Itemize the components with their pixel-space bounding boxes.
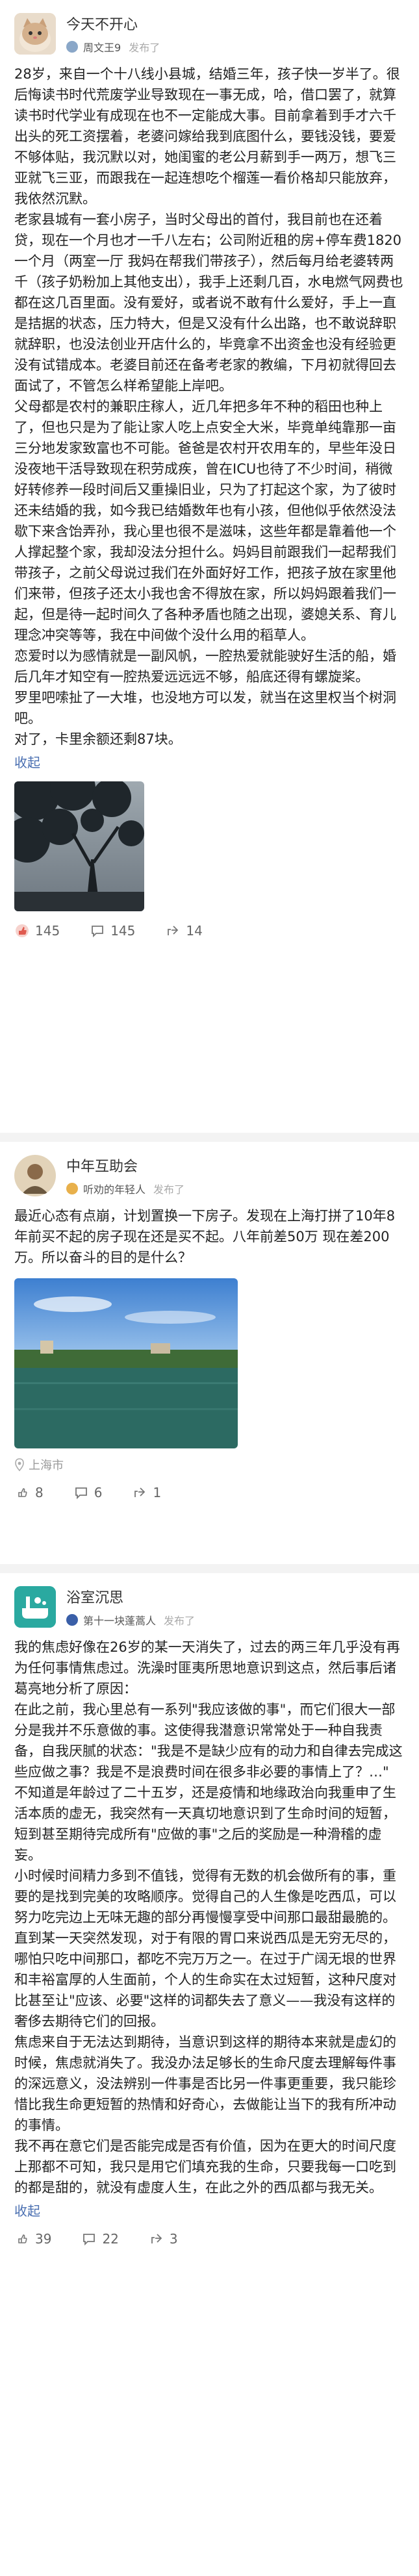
post-actions: 39 22 3: [14, 2231, 405, 2247]
post-card: 浴室沉思 第十一块蓬蒿人 发布了 我的焦虑好像在26岁的某一天消失了，过去的两三…: [0, 1573, 419, 2576]
share-icon: [134, 1487, 146, 1497]
like-button[interactable]: 8: [14, 1485, 44, 1500]
user-badge-icon: [66, 1614, 78, 1626]
published-label: 发布了: [153, 1183, 185, 1196]
share-count: 3: [169, 2231, 178, 2247]
collapse-link[interactable]: 收起: [14, 752, 405, 771]
share-icon: [168, 926, 179, 935]
post-divider: [0, 1564, 419, 1573]
user-subtitle[interactable]: 周文王9: [83, 39, 121, 55]
share-icon: [151, 2234, 162, 2243]
comment-icon: [83, 2234, 95, 2246]
post-text: 我的焦虑好像在26岁的某一天消失了，过去的两三年几乎没有再为任何事情焦虑过。洗澡…: [14, 1639, 403, 2195]
avatar[interactable]: [14, 1586, 56, 1628]
post-header: 今天不开心 周文王9 发布了: [14, 13, 405, 55]
post-image[interactable]: [14, 1278, 238, 1448]
share-count: 1: [153, 1485, 162, 1500]
like-icon: [18, 1488, 27, 1497]
user-subtitle[interactable]: 听劝的年轻人: [83, 1181, 146, 1196]
post-image[interactable]: [14, 781, 144, 911]
like-count: 145: [35, 923, 60, 939]
like-count: 39: [35, 2231, 52, 2247]
bath-avatar-icon: [14, 1586, 56, 1628]
published-label: 发布了: [164, 1615, 196, 1627]
like-button[interactable]: 39: [14, 2231, 51, 2247]
post-card: 中年互助会 听劝的年轻人 发布了 最近心态有点崩，计划置换一下房子。发现在上海打…: [0, 1142, 419, 1564]
avatar[interactable]: [14, 13, 56, 55]
post-header: 中年互助会 听劝的年轻人 发布了: [14, 1155, 405, 1196]
location-tag[interactable]: 上海市: [14, 1456, 405, 1473]
post-header: 浴室沉思 第十一块蓬蒿人 发布了: [14, 1586, 405, 1628]
river-photo: [14, 1278, 238, 1448]
like-icon: [16, 924, 29, 937]
location-label: 上海市: [29, 1459, 64, 1472]
person-avatar-icon: [14, 1155, 56, 1196]
comment-button[interactable]: 145: [90, 923, 135, 939]
like-count: 8: [35, 1485, 44, 1500]
username[interactable]: 今天不开心: [66, 13, 405, 34]
share-count: 14: [186, 923, 203, 939]
collapse-link[interactable]: 收起: [14, 2201, 405, 2219]
post-card: 今天不开心 周文王9 发布了 28岁，来自一个十八线小县城，结婚三年，孩子快一岁…: [0, 0, 419, 1133]
post-text: 最近心态有点崩，计划置换一下房子。发现在上海打拼了10年8年前买不起的房子现在还…: [14, 1208, 396, 1265]
post-divider: [0, 1133, 419, 1142]
comment-count: 6: [94, 1485, 103, 1500]
post-actions: 145 145 14: [14, 923, 405, 939]
share-button[interactable]: 1: [132, 1485, 161, 1500]
username[interactable]: 中年互助会: [66, 1155, 405, 1176]
comment-button[interactable]: 22: [81, 2231, 119, 2247]
like-button[interactable]: 145: [14, 923, 60, 939]
user-badge-icon: [66, 1183, 78, 1194]
comment-button[interactable]: 6: [73, 1485, 103, 1500]
location-pin-icon: [15, 1458, 24, 1471]
share-button[interactable]: 3: [149, 2231, 178, 2247]
cat-avatar-icon: [14, 13, 56, 55]
user-subtitle[interactable]: 第十一块蓬蒿人: [83, 1612, 156, 1628]
published-label: 发布了: [129, 42, 160, 54]
post-text: 28岁，来自一个十八线小县城，结婚三年，孩子快一岁半了。很后悔读书时代荒废学业导…: [14, 66, 403, 747]
avatar[interactable]: [14, 1155, 56, 1196]
user-badge-icon: [66, 41, 78, 53]
username[interactable]: 浴室沉思: [66, 1586, 405, 1607]
comment-count: 145: [110, 923, 136, 939]
comment-icon: [92, 926, 104, 938]
comment-count: 22: [102, 2231, 119, 2247]
share-button[interactable]: 14: [165, 923, 203, 939]
like-icon: [18, 2234, 27, 2243]
post-actions: 8 6 1: [14, 1485, 405, 1500]
tree-photo: [14, 781, 144, 911]
comment-icon: [75, 1487, 87, 1500]
